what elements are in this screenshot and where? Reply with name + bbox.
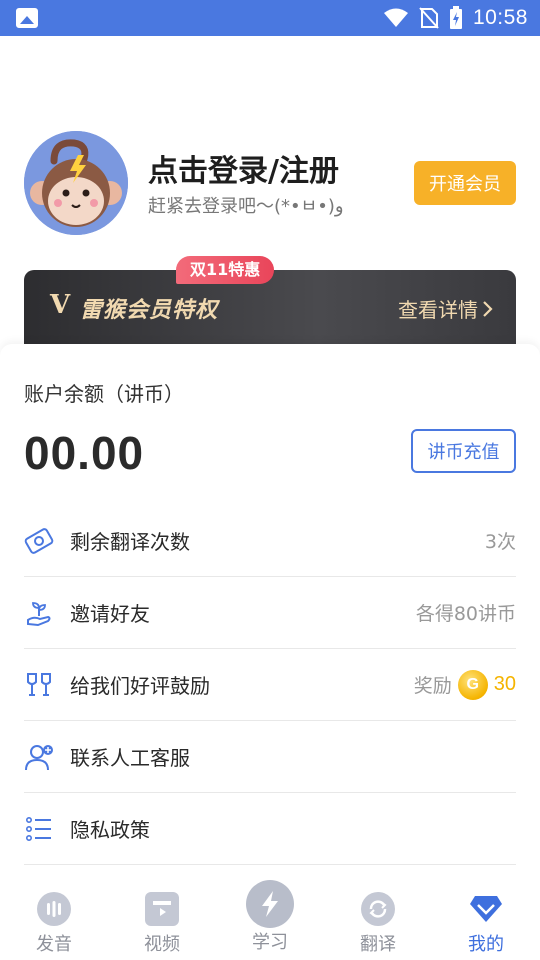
balance-label: 账户余额（讲币） xyxy=(24,382,184,406)
wifi-icon xyxy=(383,8,408,27)
banner-title: 雷猴会员特权 xyxy=(80,298,219,323)
status-bar: 10:58 xyxy=(0,0,540,36)
no-sim-icon xyxy=(419,7,439,29)
menu-label: 联系人工客服 xyxy=(70,746,190,770)
clock: 10:58 xyxy=(472,6,528,29)
account-card: 账户余额（讲币） 00.00 讲币充值 剩余翻译次数 3次 邀请好友 各得80讲… xyxy=(0,344,540,874)
gallery-notification-icon xyxy=(16,8,38,28)
tab-study[interactable]: 学习 xyxy=(216,874,324,960)
tab-mine[interactable]: 我的 xyxy=(432,874,540,960)
monkey-avatar[interactable] xyxy=(24,131,128,235)
recharge-button[interactable]: 讲币充值 xyxy=(411,429,516,473)
battery-charging-icon xyxy=(449,6,462,29)
tab-label: 视频 xyxy=(144,934,180,955)
tab-label: 我的 xyxy=(468,934,504,955)
lightning-icon xyxy=(246,880,294,928)
cheers-icon xyxy=(24,670,54,700)
menu-value: 各得80讲币 xyxy=(415,603,516,625)
translate-icon xyxy=(361,892,395,926)
pronunciation-icon xyxy=(37,892,71,926)
promo-badge: 双11特惠 xyxy=(176,256,275,284)
tab-label: 发音 xyxy=(36,934,72,955)
login-register-link[interactable]: 点击登录/注册 xyxy=(148,146,339,190)
view-details-label: 查看详情 xyxy=(398,298,478,322)
menu-item-translation-count[interactable]: 剩余翻译次数 3次 xyxy=(24,505,516,577)
menu-label: 邀请好友 xyxy=(70,602,150,626)
diamond-icon xyxy=(469,892,503,926)
plant-hand-icon xyxy=(24,598,54,628)
monkey-face-icon xyxy=(24,131,128,235)
menu-item-privacy-policy[interactable]: 隐私政策 xyxy=(24,793,516,865)
tab-translate[interactable]: 翻译 xyxy=(324,874,432,960)
menu-item-rate-us[interactable]: 给我们好评鼓励 奖励 G 30 xyxy=(24,649,516,721)
menu-value-reward: 奖励 G 30 xyxy=(413,669,516,700)
reward-amount: 30 xyxy=(493,673,516,695)
tab-label: 学习 xyxy=(252,932,288,953)
chevron-right-icon xyxy=(483,300,493,317)
balance-value: 00.00 xyxy=(24,427,145,479)
tab-label: 翻译 xyxy=(360,934,396,955)
menu-value: 3次 xyxy=(484,531,516,553)
tab-video[interactable]: 视频 xyxy=(108,874,216,960)
profile-header: 点击登录/注册 赶紧去登录吧～(*•ㅂ•)و 开通会员 V 雷猴会员特权 查看详… xyxy=(0,36,540,346)
video-icon xyxy=(145,892,179,926)
view-details-link[interactable]: 查看详情 xyxy=(398,294,494,323)
menu-label: 剩余翻译次数 xyxy=(70,530,190,554)
login-subtitle: 赶紧去登录吧～(*•ㅂ•)و xyxy=(148,196,344,217)
menu-list: 剩余翻译次数 3次 邀请好友 各得80讲币 给我们好评鼓励 奖励 G 30 联系… xyxy=(24,505,516,865)
ticket-icon xyxy=(24,526,54,556)
menu-item-invite-friends[interactable]: 邀请好友 各得80讲币 xyxy=(24,577,516,649)
list-icon xyxy=(24,814,54,844)
bottom-tab-bar: 发音 视频 学习 翻译 我的 xyxy=(0,874,540,960)
open-vip-button[interactable]: 开通会员 xyxy=(414,161,516,205)
reward-label: 奖励 xyxy=(413,675,452,697)
tab-pronunciation[interactable]: 发音 xyxy=(0,874,108,960)
menu-item-customer-service[interactable]: 联系人工客服 xyxy=(24,721,516,793)
menu-label: 给我们好评鼓励 xyxy=(70,674,210,698)
menu-label: 隐私政策 xyxy=(70,818,150,842)
customer-service-icon xyxy=(24,742,54,772)
vip-logo: V xyxy=(50,290,71,320)
coin-icon: G xyxy=(457,669,488,700)
vip-privilege-banner[interactable]: V 雷猴会员特权 查看详情 xyxy=(24,270,516,346)
